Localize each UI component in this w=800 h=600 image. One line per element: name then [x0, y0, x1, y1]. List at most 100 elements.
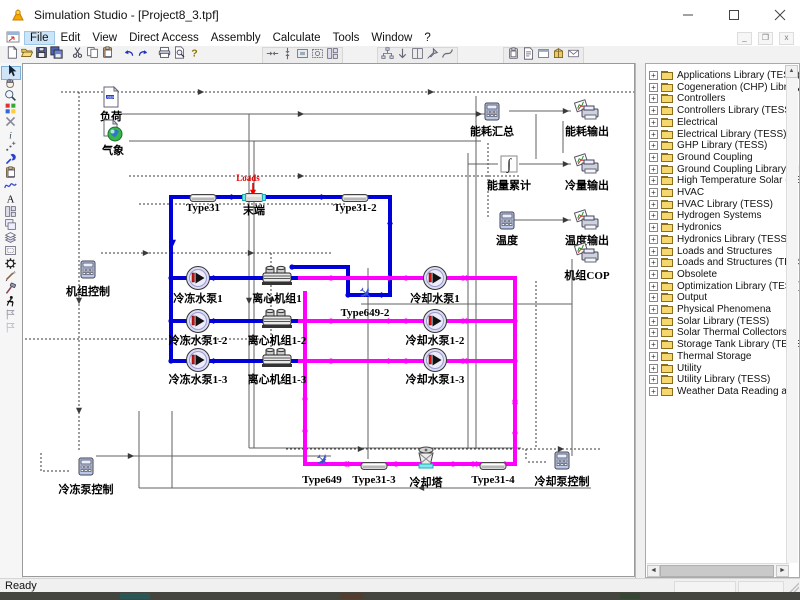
node-terminal[interactable]	[242, 190, 266, 201]
node-type649[interactable]: ✈	[310, 449, 334, 473]
node-energy-summary[interactable]	[484, 102, 500, 121]
resize-grip-icon[interactable]	[789, 582, 799, 592]
minimize-button[interactable]	[668, 0, 708, 30]
print-button[interactable]	[157, 47, 172, 62]
node-chw-pump-control[interactable]	[78, 457, 94, 476]
scroll-left-icon[interactable]: ◄	[647, 565, 660, 577]
node-cooling-output[interactable]	[574, 153, 600, 175]
maximize-button[interactable]	[714, 0, 754, 30]
expand-icon[interactable]: +	[649, 352, 658, 361]
expand-icon[interactable]: +	[649, 141, 658, 150]
menu-item-file[interactable]: File	[24, 31, 55, 45]
menu-item-window[interactable]: Window	[365, 31, 418, 45]
scroll-right-icon[interactable]: ►	[776, 565, 789, 577]
expand-icon[interactable]: +	[649, 94, 658, 103]
node-chiller-1-3[interactable]	[261, 347, 293, 369]
menu-item-tools[interactable]: Tools	[327, 31, 366, 45]
library-item[interactable]: +Storage Tank Library (TESS)	[649, 339, 800, 350]
properties-button[interactable]	[521, 48, 536, 63]
shrink-vertical-button[interactable]	[280, 48, 295, 63]
node-unit-control[interactable]	[80, 260, 96, 279]
library-item[interactable]: +High Temperature Solar (TESS)	[649, 175, 800, 186]
print-preview-button[interactable]	[172, 47, 187, 62]
expand-icon[interactable]: +	[649, 83, 658, 92]
library-item[interactable]: +Thermal Storage	[649, 351, 751, 362]
library-item[interactable]: +Solar Thermal Collectors	[649, 327, 787, 338]
node-type31-4[interactable]	[479, 458, 507, 468]
undo-button[interactable]	[121, 47, 136, 62]
zoom-window-button[interactable]	[310, 48, 325, 63]
pin-button[interactable]	[425, 48, 440, 63]
library-item[interactable]: +Ground Coupling Library (TESS)	[649, 164, 800, 175]
sort-down-button[interactable]	[395, 48, 410, 63]
library-item[interactable]: +Electrical Library (TESS)	[649, 129, 786, 140]
expand-icon[interactable]: +	[649, 118, 658, 127]
node-energy-accum[interactable]: ∫	[500, 155, 518, 173]
package-button[interactable]	[551, 48, 566, 63]
node-cw-pump-1-2[interactable]	[422, 308, 448, 334]
menu-item-edit[interactable]: Edit	[55, 31, 87, 45]
library-item[interactable]: +Loads and Structures (TESS)	[649, 257, 800, 268]
node-energy-output[interactable]	[574, 99, 600, 121]
library-vertical-scrollbar[interactable]: ▲	[786, 65, 798, 563]
library-item[interactable]: +Optimization Library (TESS)	[649, 281, 800, 292]
expand-icon[interactable]: +	[649, 200, 658, 209]
library-item[interactable]: +Ground Coupling	[649, 152, 753, 163]
save-button[interactable]	[34, 47, 49, 62]
expand-icon[interactable]: +	[649, 317, 658, 326]
node-type31-2[interactable]	[341, 190, 369, 200]
expand-icon[interactable]: +	[649, 258, 658, 267]
expand-icon[interactable]: +	[649, 270, 658, 279]
expand-icon[interactable]: +	[649, 387, 658, 396]
node-cw-pump-1-3[interactable]	[422, 347, 448, 373]
new-window-button[interactable]	[536, 48, 551, 63]
tile-view-button[interactable]	[325, 48, 340, 63]
mdi-close-button[interactable]: x	[779, 32, 794, 45]
node-weather[interactable]	[102, 119, 124, 143]
fit-window-button[interactable]	[295, 48, 310, 63]
library-item[interactable]: +Loads and Structures	[649, 246, 772, 257]
new-button[interactable]	[4, 47, 19, 62]
node-temperature[interactable]	[499, 211, 515, 230]
library-item[interactable]: +Controllers	[649, 93, 725, 104]
node-chw-pump-1-3[interactable]	[185, 347, 211, 373]
save-all-button[interactable]	[49, 47, 64, 62]
cut-button[interactable]	[70, 47, 85, 62]
node-chw-pump-1-2[interactable]	[185, 308, 211, 334]
library-item[interactable]: +Utility	[649, 363, 701, 374]
node-type31-3[interactable]	[360, 458, 388, 468]
node-unit-cop[interactable]	[574, 242, 600, 264]
library-horizontal-scrollbar[interactable]: ◄ ►	[647, 563, 789, 576]
library-item[interactable]: +Electrical	[649, 117, 718, 128]
library-item[interactable]: +Utility Library (TESS)	[649, 374, 770, 385]
node-load-file[interactable]: USER	[101, 86, 121, 108]
send-button[interactable]	[566, 48, 581, 63]
node-type649-2[interactable]: ✈	[353, 282, 377, 306]
expand-icon[interactable]: +	[649, 235, 658, 244]
menu-item-calculate[interactable]: Calculate	[267, 31, 327, 45]
library-item[interactable]: +GHP Library (TESS)	[649, 140, 767, 151]
menu-item-help[interactable]: ?	[418, 31, 436, 45]
library-item[interactable]: +HVAC Library (TESS)	[649, 199, 773, 210]
expand-icon[interactable]: +	[649, 305, 658, 314]
expand-icon[interactable]: +	[649, 188, 658, 197]
expand-icon[interactable]: +	[649, 375, 658, 384]
paste-button[interactable]	[100, 47, 115, 62]
library-item[interactable]: +Applications Library (TESS)	[649, 70, 800, 81]
library-item[interactable]: +HVAC	[649, 187, 704, 198]
redo-button[interactable]	[136, 47, 151, 62]
expand-icon[interactable]: +	[649, 328, 658, 337]
library-item[interactable]: +Weather Data Reading and Process	[649, 386, 800, 397]
library-item[interactable]: +Physical Phenomena	[649, 304, 771, 315]
node-type31[interactable]	[189, 190, 217, 200]
library-item[interactable]: +Hydrogen Systems	[649, 210, 761, 221]
expand-icon[interactable]: +	[649, 364, 658, 373]
library-item[interactable]: +Solar Library (TESS)	[649, 316, 769, 327]
hierarchy-button[interactable]	[380, 48, 395, 63]
menu-item-view[interactable]: View	[86, 31, 123, 45]
diagram-canvas[interactable]: USER负荷气象Type31末端Type31-2能耗汇总能耗输出∫能量累计冷量输…	[22, 63, 635, 577]
library-item[interactable]: +Cogeneration (CHP) Library (TESS)	[649, 82, 800, 93]
expand-icon[interactable]: +	[649, 165, 658, 174]
expand-icon[interactable]: +	[649, 282, 658, 291]
copy-button[interactable]	[85, 47, 100, 62]
